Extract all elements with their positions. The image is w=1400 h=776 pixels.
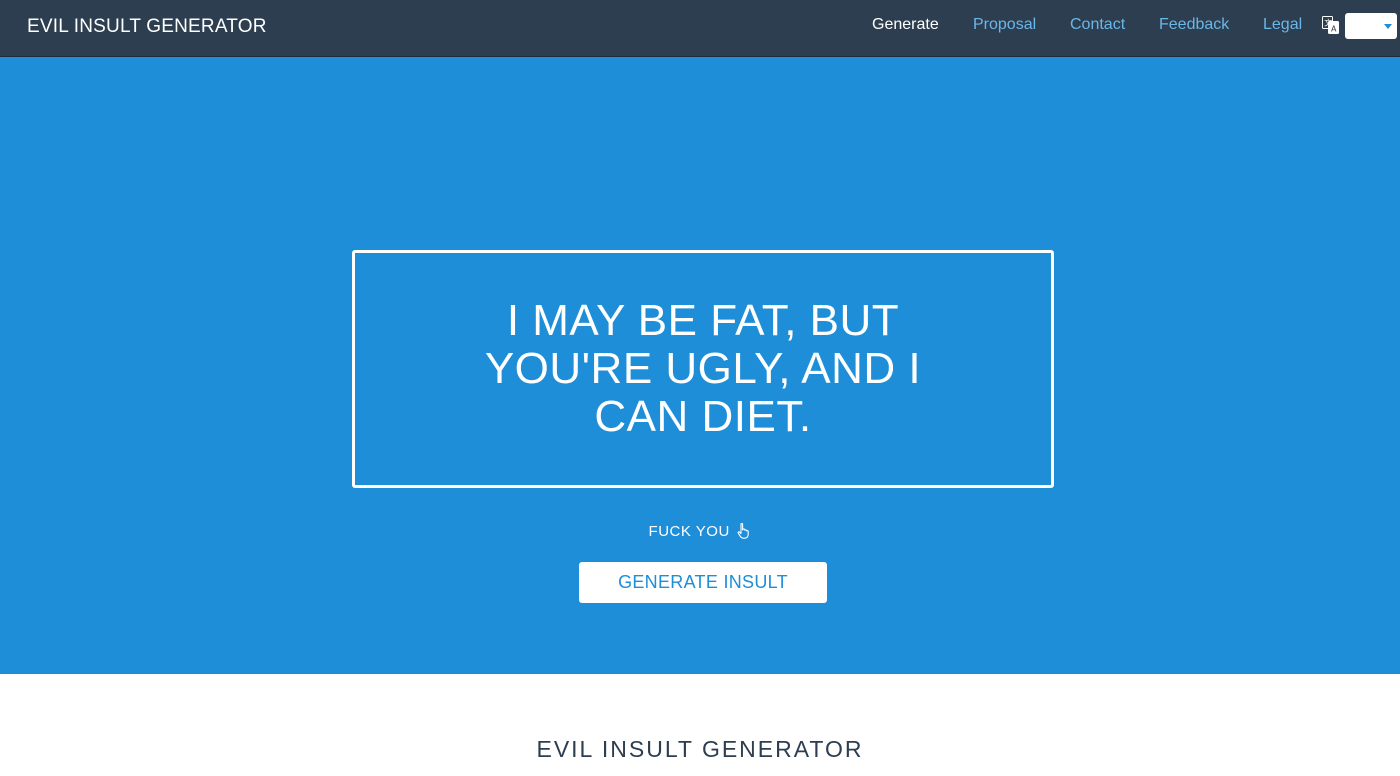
navbar: EVIL INSULT GENERATOR Generate Proposal … — [0, 0, 1400, 57]
caret-down-icon — [1384, 24, 1392, 29]
pointing-hand-icon — [737, 523, 751, 543]
nav-legal[interactable]: Legal — [1263, 16, 1302, 34]
fuck-you-label: FUCK YOU — [648, 523, 730, 540]
nav-generate[interactable]: Generate — [872, 16, 939, 34]
section-title: EVIL INSULT GENERATOR — [536, 736, 864, 762]
nav-menu: Generate Proposal Contact Feedback Legal — [0, 16, 1400, 36]
hero-section: I MAY BE FAT, BUT YOU'RE UGLY, AND I CAN… — [0, 57, 1400, 674]
nav-proposal[interactable]: Proposal — [973, 16, 1036, 34]
language-select[interactable] — [1345, 13, 1397, 39]
fuck-you-link[interactable]: FUCK YOU — [0, 523, 1400, 543]
translate-icon: 文 A — [1322, 16, 1339, 34]
insult-box: I MAY BE FAT, BUT YOU'RE UGLY, AND I CAN… — [352, 250, 1054, 488]
insult-text: I MAY BE FAT, BUT YOU'RE UGLY, AND I CAN… — [484, 296, 922, 441]
svg-text:A: A — [1331, 25, 1337, 34]
nav-feedback[interactable]: Feedback — [1159, 16, 1229, 34]
nav-contact[interactable]: Contact — [1070, 16, 1125, 34]
generate-insult-button[interactable]: GENERATE INSULT — [579, 562, 827, 603]
